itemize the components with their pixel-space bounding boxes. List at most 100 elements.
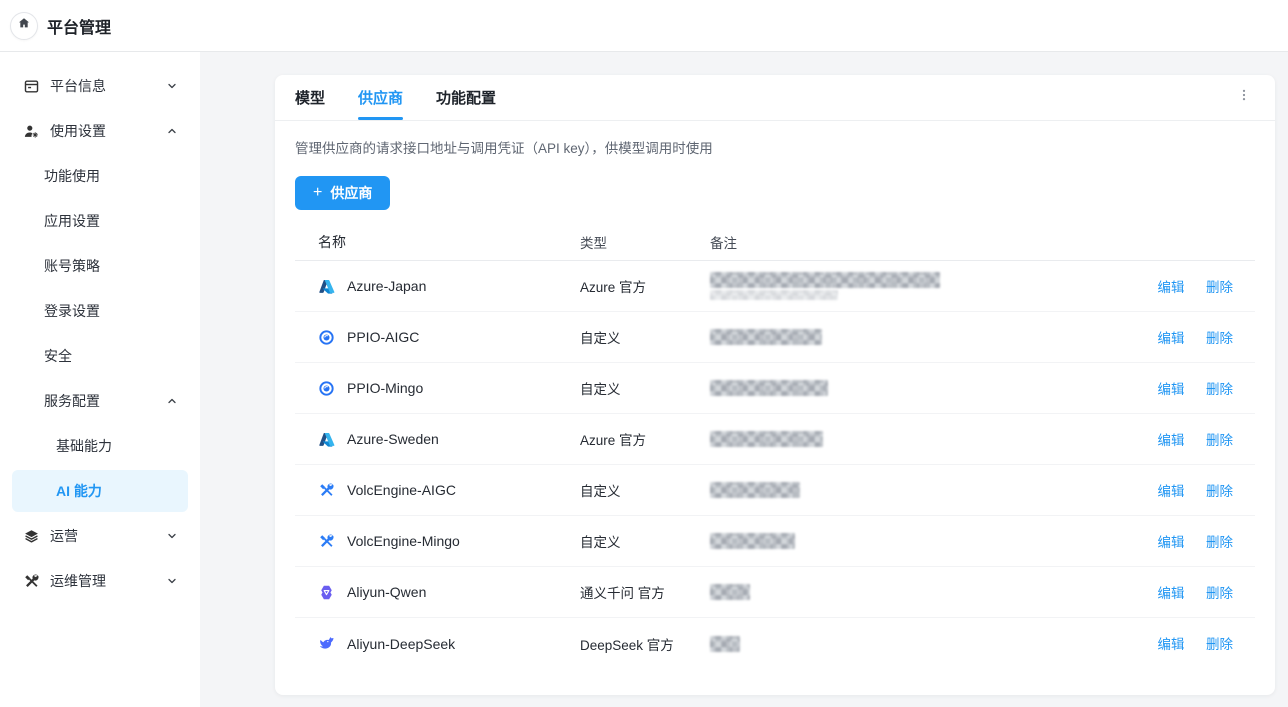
home-button[interactable]	[10, 12, 38, 40]
sidebar-item-服务配置[interactable]: 服务配置	[12, 380, 188, 422]
provider-type: 自定义	[580, 480, 710, 500]
qwen-icon	[318, 584, 335, 601]
sidebar-item-label: 应用设置	[44, 211, 100, 231]
kebab-menu-icon	[1237, 87, 1251, 108]
sidebar-item-label: AI 能力	[56, 481, 102, 501]
sidebar-item-运营[interactable]: 运营	[12, 515, 188, 557]
sidebar-item-label: 服务配置	[44, 391, 100, 411]
provider-remark-redacted	[710, 533, 1123, 549]
sidebar-item-运维管理[interactable]: 运维管理	[12, 560, 188, 602]
sidebar-item-安全[interactable]: 安全	[12, 335, 188, 377]
edit-link[interactable]: 编辑	[1158, 484, 1185, 499]
sidebar-item-label: 基础能力	[56, 436, 112, 456]
redacted-remark-block	[710, 380, 828, 396]
sidebar-item-label: 使用设置	[50, 121, 106, 141]
delete-link[interactable]: 删除	[1206, 637, 1233, 652]
tab-功能配置[interactable]: 功能配置	[436, 75, 496, 120]
provider-remark-redacted	[710, 482, 1123, 498]
table-row: PPIO-Mingo 自定义 编辑 删除	[295, 363, 1255, 414]
edit-link[interactable]: 编辑	[1158, 331, 1185, 346]
add-provider-button[interactable]: + 供应商	[295, 176, 390, 210]
more-options-button[interactable]	[1233, 75, 1255, 120]
table-row: VolcEngine-Mingo 自定义 编辑 删除	[295, 516, 1255, 567]
redacted-remark-block	[710, 272, 940, 288]
app-header: 平台管理	[0, 0, 1288, 52]
provider-remark-redacted	[710, 584, 1123, 600]
delete-link[interactable]: 删除	[1206, 586, 1233, 601]
sidebar-item-label: 安全	[44, 346, 72, 366]
provider-name: Aliyun-Qwen	[347, 584, 426, 600]
sidebar-item-label: 登录设置	[44, 301, 100, 321]
home-icon	[17, 16, 31, 35]
panel-icon	[22, 77, 40, 95]
column-header-name: 名称	[295, 232, 580, 252]
table-row: PPIO-AIGC 自定义 编辑 删除	[295, 312, 1255, 363]
table-row: Azure-Japan Azure 官方 编辑 删除	[295, 261, 1255, 312]
delete-link[interactable]: 删除	[1206, 433, 1233, 448]
tools-icon	[22, 572, 40, 590]
provider-type: 自定义	[580, 378, 710, 398]
edit-link[interactable]: 编辑	[1158, 637, 1185, 652]
sidebar-item-label: 功能使用	[44, 166, 100, 186]
chevron-down-icon	[166, 575, 178, 587]
provider-type: DeepSeek 官方	[580, 634, 710, 654]
sidebar-item-label: 平台信息	[50, 76, 106, 96]
provider-name: Azure-Sweden	[347, 431, 439, 447]
tab-模型[interactable]: 模型	[295, 75, 325, 120]
sidebar-item-平台信息[interactable]: 平台信息	[12, 65, 188, 107]
sidebar-item-功能使用[interactable]: 功能使用	[12, 155, 188, 197]
sidebar-item-应用设置[interactable]: 应用设置	[12, 200, 188, 242]
sidebar-item-ai-能力[interactable]: AI 能力	[12, 470, 188, 512]
provider-type: Azure 官方	[580, 276, 710, 296]
delete-link[interactable]: 删除	[1206, 280, 1233, 295]
provider-remark-redacted	[710, 272, 1123, 300]
delete-link[interactable]: 删除	[1206, 535, 1233, 550]
ppio-icon	[318, 380, 335, 397]
chevron-down-icon	[166, 80, 178, 92]
provider-name: VolcEngine-Mingo	[347, 533, 460, 549]
delete-link[interactable]: 删除	[1206, 484, 1233, 499]
edit-link[interactable]: 编辑	[1158, 382, 1185, 397]
main-content: 模型供应商功能配置 管理供应商的请求接口地址与调用凭证（API key），供模型…	[200, 52, 1288, 707]
page-title: 平台管理	[47, 14, 111, 38]
edit-link[interactable]: 编辑	[1158, 433, 1185, 448]
ppio-icon	[318, 329, 335, 346]
column-header-remark: 备注	[710, 232, 1123, 252]
table-row: VolcEngine-AIGC 自定义 编辑 删除	[295, 465, 1255, 516]
edit-link[interactable]: 编辑	[1158, 280, 1185, 295]
tab-供应商[interactable]: 供应商	[358, 75, 403, 120]
chevron-down-icon	[166, 530, 178, 542]
layers-icon	[22, 527, 40, 545]
provider-name: VolcEngine-AIGC	[347, 482, 456, 498]
volcengine-icon	[318, 533, 335, 550]
deepseek-icon	[318, 635, 335, 652]
tab-description: 管理供应商的请求接口地址与调用凭证（API key），供模型调用时使用	[295, 137, 1255, 157]
delete-link[interactable]: 删除	[1206, 382, 1233, 397]
table-row: Aliyun-Qwen 通义千问 官方 编辑 删除	[295, 567, 1255, 618]
sidebar-item-label: 运维管理	[50, 571, 106, 591]
column-header-type: 类型	[580, 232, 710, 252]
provider-type: Azure 官方	[580, 429, 710, 449]
edit-link[interactable]: 编辑	[1158, 586, 1185, 601]
provider-name: Aliyun-DeepSeek	[347, 636, 455, 652]
provider-type: 自定义	[580, 531, 710, 551]
sidebar-item-登录设置[interactable]: 登录设置	[12, 290, 188, 332]
sidebar-item-使用设置[interactable]: 使用设置	[12, 110, 188, 152]
redacted-remark-block	[710, 290, 838, 300]
edit-link[interactable]: 编辑	[1158, 535, 1185, 550]
volcengine-icon	[318, 482, 335, 499]
provider-remark-redacted	[710, 380, 1123, 396]
plus-icon: +	[313, 185, 322, 201]
provider-name: PPIO-AIGC	[347, 329, 419, 345]
delete-link[interactable]: 删除	[1206, 331, 1233, 346]
provider-type: 通义千问 官方	[580, 582, 710, 602]
table-row: Azure-Sweden Azure 官方 编辑 删除	[295, 414, 1255, 465]
provider-type: 自定义	[580, 327, 710, 347]
provider-name: PPIO-Mingo	[347, 380, 423, 396]
chevron-up-icon	[166, 125, 178, 137]
sidebar: 平台信息 使用设置 功能使用 应用设置 账号策略 登录设置 安全 服务配置 基础…	[0, 52, 200, 707]
sidebar-item-账号策略[interactable]: 账号策略	[12, 245, 188, 287]
user-gear-icon	[22, 122, 40, 140]
sidebar-item-基础能力[interactable]: 基础能力	[12, 425, 188, 467]
provider-remark-redacted	[710, 329, 1123, 345]
